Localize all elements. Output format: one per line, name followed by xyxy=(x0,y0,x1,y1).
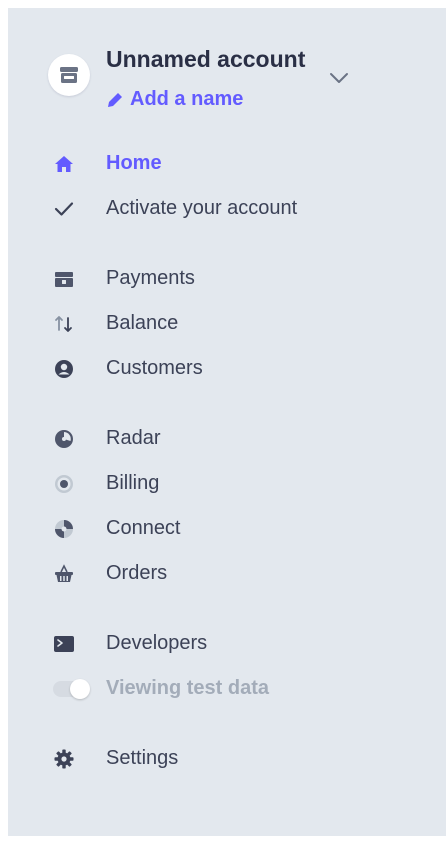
nav-item-radar[interactable]: Radar xyxy=(48,423,408,455)
nav-item-orders[interactable]: Orders xyxy=(48,558,408,590)
add-name-label: Add a name xyxy=(130,88,244,110)
nav-label-test-data: Viewing test data xyxy=(106,677,270,699)
nav-label-activate-account: Activate your account xyxy=(106,197,298,219)
test-data-toggle-row[interactable]: Viewing test data xyxy=(48,673,408,705)
payments-icon xyxy=(55,272,73,287)
account-name[interactable]: Unnamed account xyxy=(106,46,305,73)
balance-arrows-icon xyxy=(55,316,72,332)
nav-item-activate-account[interactable]: Activate your account xyxy=(48,193,408,225)
nav-item-connect[interactable]: Connect xyxy=(48,513,408,545)
billing-icon xyxy=(55,475,73,493)
customers-icon xyxy=(55,360,73,378)
terminal-icon xyxy=(54,636,74,652)
connect-icon xyxy=(55,520,73,538)
chevron-down-icon[interactable] xyxy=(329,72,349,84)
sidebar: Unnamed account Add a name Home Activate… xyxy=(8,8,446,836)
account-switcher[interactable]: Unnamed account Add a name xyxy=(48,46,368,116)
nav-item-customers[interactable]: Customers xyxy=(48,353,408,385)
gear-icon xyxy=(54,749,74,769)
orders-basket-icon xyxy=(55,564,73,582)
nav-item-settings[interactable]: Settings xyxy=(48,743,408,775)
nav-label-billing: Billing xyxy=(106,472,160,494)
nav-label-customers: Customers xyxy=(106,357,203,379)
nav-label-payments: Payments xyxy=(106,267,195,289)
nav-item-home[interactable]: Home xyxy=(48,148,408,180)
test-data-toggle[interactable] xyxy=(53,679,90,699)
nav-item-payments[interactable]: Payments xyxy=(48,263,408,295)
nav-label-balance: Balance xyxy=(106,312,179,334)
nav-item-billing[interactable]: Billing xyxy=(48,468,408,500)
pencil-icon xyxy=(108,93,122,107)
nav-label-home: Home xyxy=(106,152,162,174)
checkmark-icon xyxy=(54,202,74,216)
account-avatar[interactable] xyxy=(48,54,90,96)
nav-label-developers: Developers xyxy=(106,632,208,654)
nav-label-settings: Settings xyxy=(106,747,179,769)
radar-icon xyxy=(55,430,73,448)
store-icon xyxy=(60,67,78,83)
nav-label-orders: Orders xyxy=(106,562,168,584)
nav-label-radar: Radar xyxy=(106,427,161,449)
toggle-knob xyxy=(70,679,90,699)
nav-item-developers[interactable]: Developers xyxy=(48,628,408,660)
nav-label-connect: Connect xyxy=(106,517,181,539)
home-icon xyxy=(55,156,73,172)
nav-item-balance[interactable]: Balance xyxy=(48,308,408,340)
